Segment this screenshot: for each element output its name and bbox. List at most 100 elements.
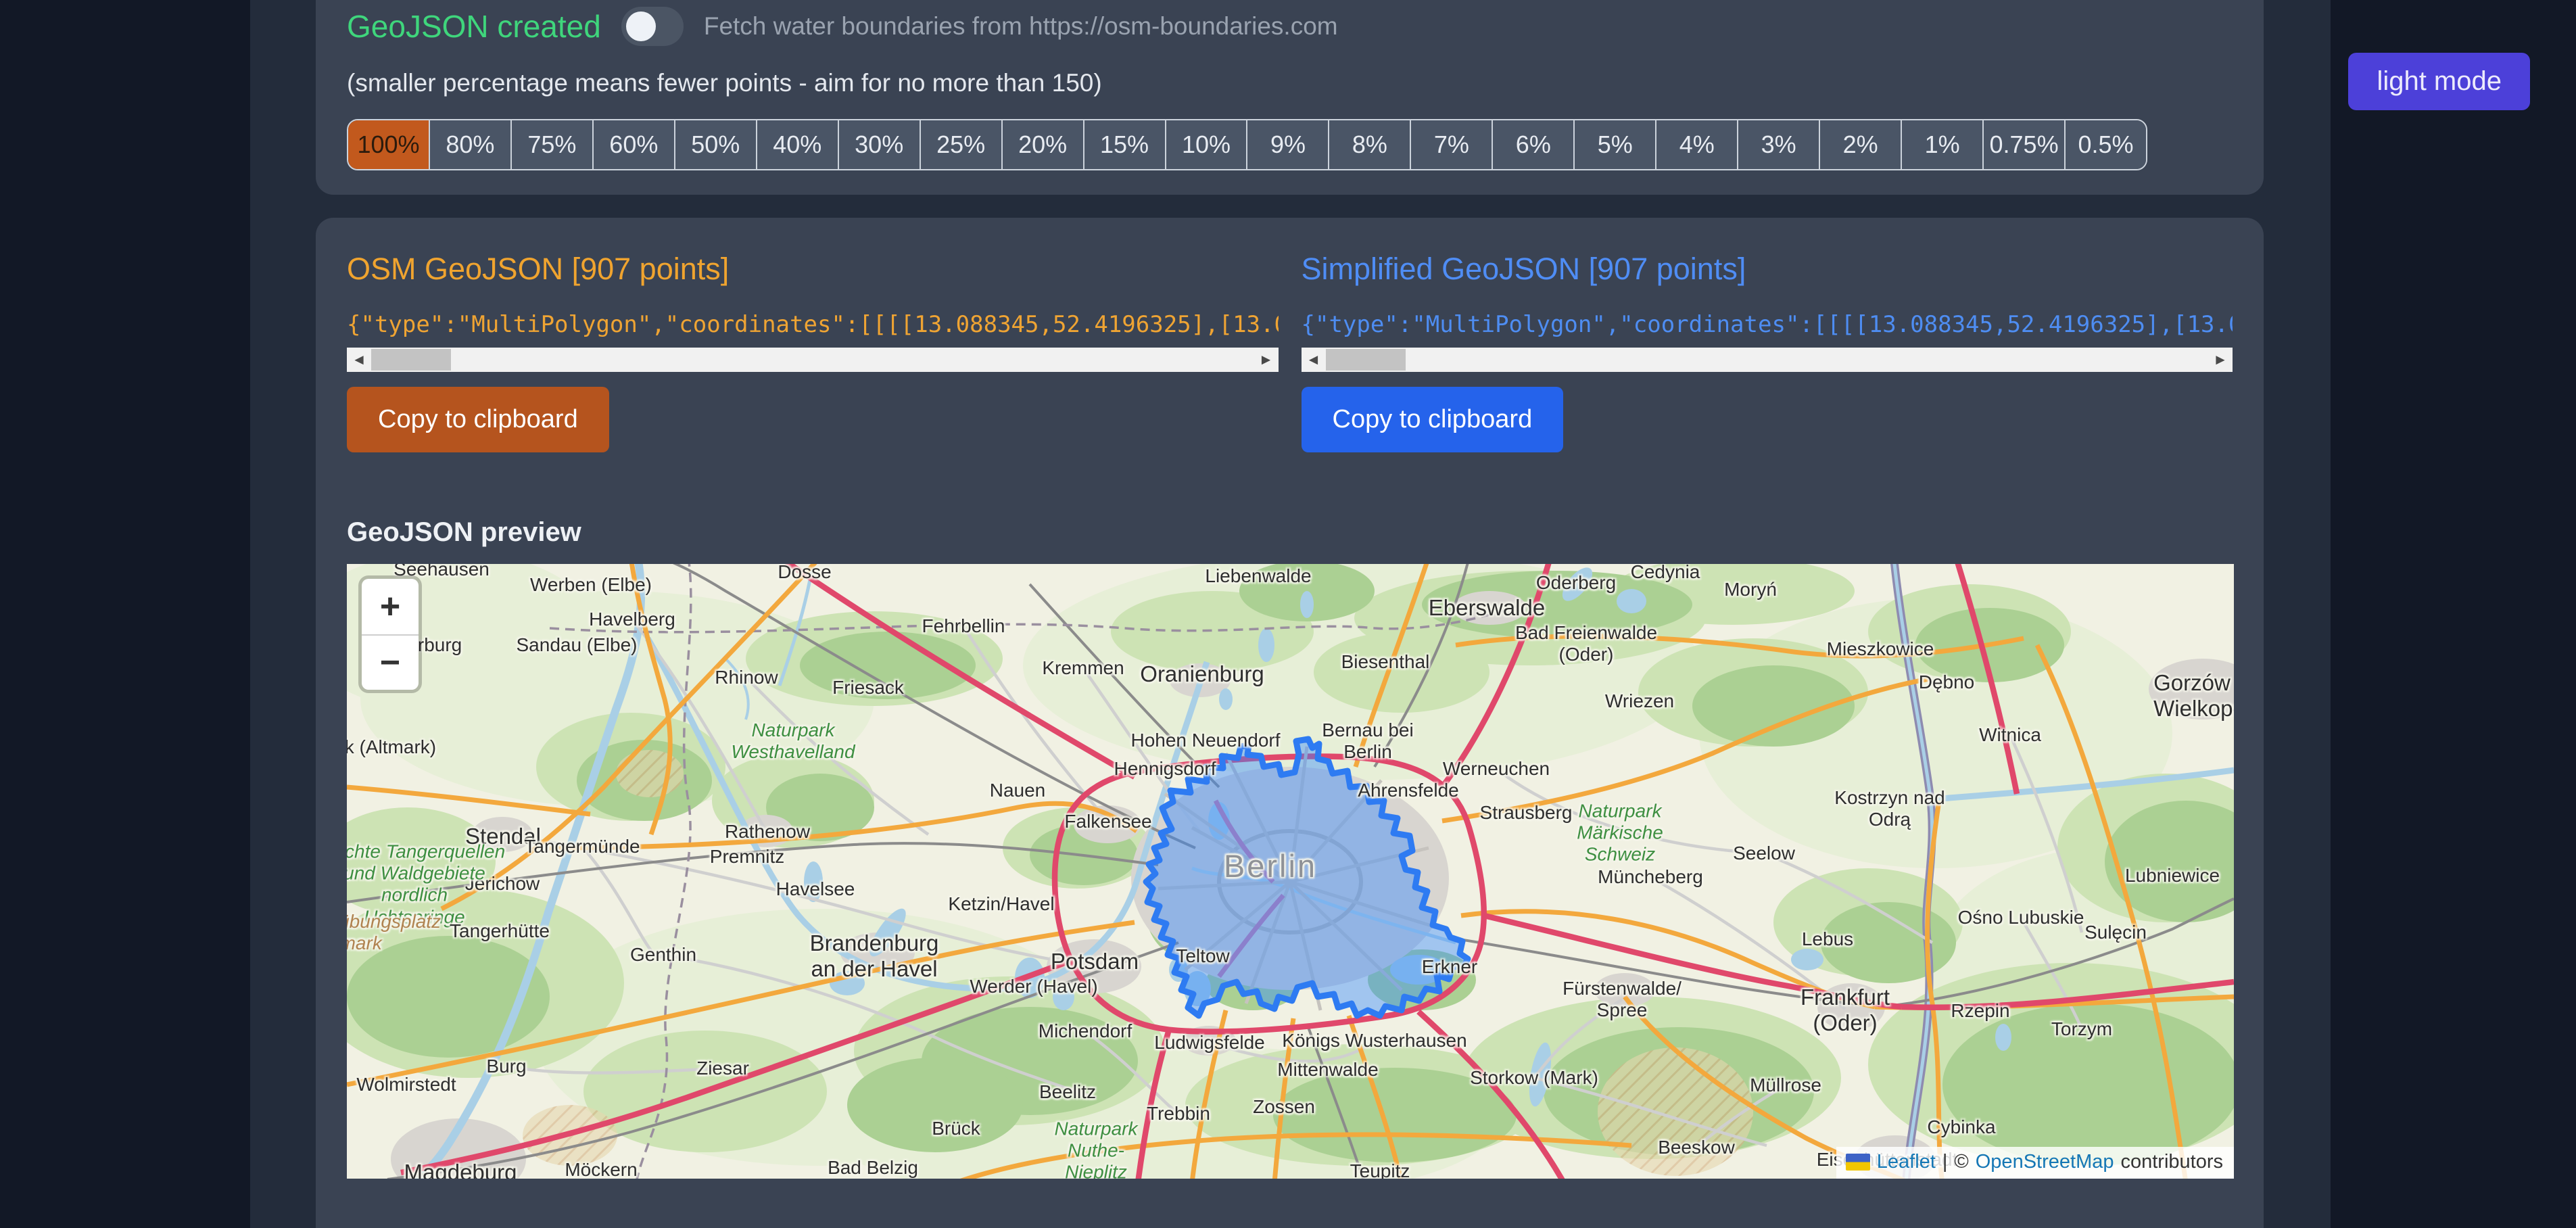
percent-option-30%[interactable]: 30% <box>839 120 921 169</box>
map-label: Erkner <box>1422 956 1477 978</box>
map-label: Stendal <box>465 824 541 849</box>
map-label: Müncheberg <box>1598 866 1703 888</box>
percent-option-4%[interactable]: 4% <box>1656 120 1738 169</box>
map-label: Naturpark Nuthe- Nieplitz <box>1055 1118 1138 1179</box>
simplified-geojson-panel: Simplified GeoJSON [907 points] {"type":… <box>1302 252 2233 452</box>
attribution-separator: | <box>1942 1151 1948 1173</box>
percent-option-3%[interactable]: 3% <box>1738 120 1820 169</box>
osm-copy-button[interactable]: Copy to clipboard <box>347 387 609 452</box>
map-label: Werben (Elbe) <box>530 574 652 596</box>
map-label: enübungsplatz Altmark <box>347 911 441 954</box>
map-label: Wriezen <box>1605 690 1674 712</box>
percent-option-5%[interactable]: 5% <box>1575 120 1656 169</box>
map-label: Hohen Neuendorf <box>1130 730 1280 751</box>
percent-option-6%[interactable]: 6% <box>1493 120 1575 169</box>
map-attribution: Leaflet | © OpenStreetMap contributors <box>1836 1147 2234 1179</box>
map-label: Gorzów Wielkopo <box>2153 670 2234 722</box>
map-label: Hennigsdorf <box>1114 758 1216 780</box>
map-label: Cybinka <box>1927 1116 1995 1138</box>
attribution-contributors: contributors <box>2120 1151 2223 1173</box>
map-label: ark (Altmark) <box>347 736 436 758</box>
scrollbar-track[interactable] <box>371 348 1254 372</box>
scrollbar-track[interactable] <box>1326 348 2209 372</box>
map-label: Bernau bei Berlin <box>1322 719 1413 763</box>
percent-option-25%[interactable]: 25% <box>921 120 1003 169</box>
percent-option-60%[interactable]: 60% <box>594 120 675 169</box>
map-label: Torzym <box>2051 1018 2112 1040</box>
simplified-copy-button[interactable]: Copy to clipboard <box>1302 387 1564 452</box>
percent-option-40%[interactable]: 40% <box>757 120 839 169</box>
percent-option-20%[interactable]: 20% <box>1003 120 1084 169</box>
percent-option-2%[interactable]: 2% <box>1820 120 1902 169</box>
attribution-copyright: © <box>1954 1151 1968 1173</box>
map-label: Lebus <box>1802 928 1853 950</box>
scroll-left-icon[interactable]: ◄ <box>1302 348 1326 372</box>
map-label: Müllrose <box>1750 1074 1821 1096</box>
scroll-left-icon[interactable]: ◄ <box>347 348 371 372</box>
osm-panel-title: OSM GeoJSON [907 points] <box>347 252 1279 287</box>
percent-option-7%[interactable]: 7% <box>1411 120 1493 169</box>
water-boundaries-toggle[interactable] <box>621 7 684 46</box>
scrollbar-thumb[interactable] <box>371 349 451 371</box>
simplified-json-scrollbar[interactable]: ◄ ► <box>1302 348 2233 372</box>
percent-option-1%[interactable]: 1% <box>1902 120 1984 169</box>
percent-option-15%[interactable]: 15% <box>1084 120 1166 169</box>
map-label: Dosse <box>778 564 831 583</box>
map-label: Ludwigsfelde <box>1154 1032 1264 1054</box>
map-label: Fürstenwalde/ Spree <box>1563 978 1681 1021</box>
map-label: Tangermünde <box>524 836 640 857</box>
map-label: Nauen <box>990 780 1046 801</box>
map-label: Möckern <box>565 1159 637 1179</box>
map-label: Brück <box>932 1118 980 1139</box>
map-label: Mieszkowice <box>1827 638 1934 660</box>
leaflet-map[interactable]: SeehausenWerben (Elbe)DosseLiebenwaldeOd… <box>347 564 2234 1179</box>
percent-option-75%[interactable]: 75% <box>512 120 594 169</box>
scroll-right-icon[interactable]: ► <box>1254 348 1279 372</box>
settings-card: GeoJSON created Fetch water boundaries f… <box>316 0 2264 195</box>
map-label: Sulęcin <box>2084 922 2147 943</box>
page-container: GeoJSON created Fetch water boundaries f… <box>250 0 2331 1228</box>
zoom-in-button[interactable]: + <box>362 579 419 634</box>
map-label: Beelitz <box>1039 1081 1096 1103</box>
toggle-knob-icon <box>626 11 656 41</box>
percent-option-100%[interactable]: 100% <box>348 120 430 169</box>
map-label: Wolmirstedt <box>356 1074 456 1095</box>
percent-option-8%[interactable]: 8% <box>1329 120 1411 169</box>
osm-geojson-panel: OSM GeoJSON [907 points] {"type":"MultiP… <box>347 252 1279 452</box>
osm-json-text[interactable]: {"type":"MultiPolygon","coordinates":[[[… <box>347 311 1279 338</box>
simplified-panel-title: Simplified GeoJSON [907 points] <box>1302 252 2233 287</box>
map-label: Kostrzyn nad Odrą <box>1834 787 1945 830</box>
percent-option-9%[interactable]: 9% <box>1247 120 1329 169</box>
percent-option-10%[interactable]: 10% <box>1166 120 1248 169</box>
map-label: Ośno Lubuskie <box>1958 907 2084 928</box>
openstreetmap-link[interactable]: OpenStreetMap <box>1976 1151 2114 1173</box>
map-label: Friesack <box>832 677 904 699</box>
zoom-out-button[interactable]: − <box>362 634 419 690</box>
simplified-json-text[interactable]: {"type":"MultiPolygon","coordinates":[[[… <box>1302 311 2233 338</box>
map-label: Liebenwalde <box>1205 565 1311 587</box>
map-label: Rzepin <box>1951 1000 2009 1022</box>
map-label: Lubniewice <box>2125 865 2220 887</box>
percent-option-80%[interactable]: 80% <box>430 120 512 169</box>
map-label: Havelsee <box>776 878 855 900</box>
percent-group: 100%80%75%60%50%40%30%25%20%15%10%9%8%7%… <box>347 119 2147 170</box>
map-label: Premnitz <box>710 846 784 868</box>
scrollbar-thumb[interactable] <box>1326 349 1406 371</box>
preview-title: GeoJSON preview <box>347 517 2233 548</box>
map-label: Bad Belzig <box>828 1157 918 1179</box>
map-label: Genthin <box>630 944 696 966</box>
scroll-right-icon[interactable]: ► <box>2208 348 2233 372</box>
percent-option-0.5%[interactable]: 0.5% <box>2066 120 2146 169</box>
leaflet-link[interactable]: Leaflet <box>1877 1151 1936 1173</box>
map-label: Teltow <box>1176 945 1229 967</box>
map-label: Jerichow <box>465 873 540 895</box>
light-mode-button[interactable]: light mode <box>2348 53 2530 110</box>
osm-json-scrollbar[interactable]: ◄ ► <box>347 348 1279 372</box>
percent-option-50%[interactable]: 50% <box>675 120 757 169</box>
map-label: Frankfurt (Oder) <box>1800 985 1890 1036</box>
map-label: Brandenburg an der Havel <box>810 930 939 982</box>
fetch-water-label: Fetch water boundaries from https://osm-… <box>704 12 1338 41</box>
percent-option-0.75%[interactable]: 0.75% <box>1984 120 2066 169</box>
map-label: Bad Freienwalde (Oder) <box>1515 622 1657 665</box>
map-label: Mittenwalde <box>1277 1059 1378 1081</box>
